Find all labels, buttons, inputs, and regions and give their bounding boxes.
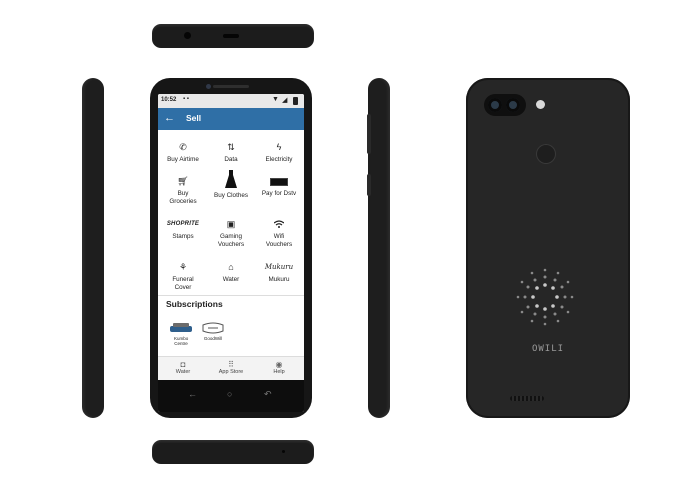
- tile-label: Buy Groceries: [169, 190, 197, 205]
- tile-mukuru[interactable]: Mukuru Mukuru: [255, 260, 303, 300]
- subscription-label: GoodWill: [203, 336, 223, 341]
- flash-icon: [536, 100, 545, 109]
- status-time: 10:52: [161, 97, 177, 103]
- led-ring-icon: [516, 268, 574, 326]
- kumbo-logo: [170, 323, 192, 332]
- bottom-nav: ◘ Water ⠿ App Store ◉ Help: [158, 356, 304, 381]
- fingerprint-sensor: [536, 144, 556, 164]
- data-arrows-icon: ⇅: [227, 142, 235, 152]
- dstv-logo: [255, 174, 303, 188]
- grid-icon: ⠿: [228, 360, 234, 369]
- phone-left-side: [82, 78, 104, 418]
- system-nav-bar: ← ○ ↶: [158, 380, 304, 412]
- tile-label: Buy Clothes: [214, 192, 248, 199]
- tile-label: Pay for Dstv: [261, 190, 297, 197]
- tile-label: Gaming Vouchers: [217, 233, 245, 248]
- headphone-jack: [184, 32, 191, 39]
- front-camera-icon: [206, 84, 211, 89]
- shoprite-logo: SHOPRITE: [166, 221, 200, 227]
- nav-help[interactable]: ◉ Help: [255, 360, 303, 375]
- nav-label: Help: [273, 369, 285, 375]
- dress-icon: [207, 170, 255, 190]
- tile-funeral-cover[interactable]: ⚘ Funeral Cover: [159, 260, 207, 300]
- wifi-shape-icon: [273, 220, 285, 228]
- page-title: Sell: [186, 113, 202, 123]
- tile-label: Mukuru: [268, 276, 290, 283]
- earpiece: [213, 85, 249, 88]
- tile-label: Electricity: [265, 156, 293, 163]
- phone-right-side: [367, 78, 390, 418]
- tile-label: Buy Airtime: [167, 156, 199, 163]
- tile-label: Water: [222, 276, 240, 283]
- phone-back: OWILI: [466, 78, 630, 418]
- camera-lens-icon: [488, 98, 502, 112]
- battery-icon: [293, 97, 298, 105]
- subscription-label: Kumbo Centre: [174, 336, 189, 346]
- dstv-logo-box: [270, 178, 288, 186]
- status-bar: 10:52 ▪ ▪ ▼ ◢: [158, 94, 304, 108]
- nav-label: App Store: [218, 369, 244, 375]
- phone-screen: 10:52 ▪ ▪ ▼ ◢ ← Sell ✆ Buy Airtime ⇅ Dat…: [158, 94, 304, 412]
- tile-label: Funeral Cover: [172, 276, 194, 291]
- tile-pay-for-dstv[interactable]: Pay for Dstv: [255, 174, 303, 214]
- camera-module: [484, 94, 526, 116]
- bolt-icon: ϟ: [276, 142, 282, 152]
- tile-wifi-vouchers[interactable]: Wifi Vouchers: [255, 217, 303, 257]
- tile-buy-groceries[interactable]: 🛒︎ Buy Groceries: [159, 174, 207, 214]
- system-home-icon[interactable]: ○: [227, 389, 232, 399]
- camera-lens-icon: [506, 98, 520, 112]
- wifi-status-icon: ▼: [272, 96, 279, 103]
- tile-label: Wifi Vouchers: [265, 233, 293, 248]
- nav-app-store[interactable]: ⠿ App Store: [207, 360, 255, 375]
- system-back-icon[interactable]: ←: [188, 389, 197, 399]
- speaker-grille: [510, 396, 544, 401]
- app-bar: ← Sell: [158, 108, 304, 130]
- notification-icon: ▪ ▪: [183, 96, 189, 102]
- wifi-icon: [255, 217, 303, 231]
- mukuru-logo: Mukuru: [264, 263, 294, 271]
- usb-port: [223, 34, 239, 38]
- tile-label: Data: [224, 156, 238, 163]
- dress-shape-icon: [225, 170, 237, 188]
- cart-icon: 🛒︎: [177, 176, 189, 186]
- hands-plant-icon: ⚘: [178, 262, 188, 272]
- nav-label: Water: [175, 369, 191, 375]
- brand-logo: OWILI: [531, 344, 565, 354]
- tile-stamps[interactable]: SHOPRITE Stamps: [159, 217, 207, 257]
- subscriptions-heading: Subscriptions: [166, 299, 223, 309]
- volume-button: [367, 114, 371, 154]
- gift-icon: ▣: [226, 219, 236, 229]
- tile-gaming-vouchers[interactable]: ▣ Gaming Vouchers: [207, 217, 255, 257]
- section-divider: [158, 295, 304, 296]
- water-icon: ◘: [180, 360, 186, 369]
- nav-water[interactable]: ◘ Water: [159, 360, 207, 375]
- help-icon: ◉: [275, 360, 283, 369]
- power-button: [367, 174, 371, 196]
- subscription-kumbo-centre[interactable]: Kumbo Centre: [168, 320, 194, 346]
- subscription-goodwill[interactable]: GoodWill: [200, 320, 226, 341]
- microphone-hole: [282, 450, 285, 453]
- signal-icon: ◢: [282, 97, 288, 104]
- house-drop-icon: ⌂: [228, 262, 234, 272]
- tile-buy-clothes[interactable]: Buy Clothes: [207, 170, 255, 210]
- back-arrow-icon[interactable]: ←: [164, 112, 175, 124]
- phone-bottom-edge: [152, 440, 314, 464]
- system-recents-icon[interactable]: ↶: [264, 389, 272, 400]
- tile-label: Stamps: [172, 233, 194, 240]
- tile-water[interactable]: ⌂ Water: [207, 260, 255, 300]
- phone-plus-icon: ✆: [179, 142, 187, 152]
- phone-top-edge: [152, 24, 314, 48]
- goodwill-logo: [202, 322, 224, 334]
